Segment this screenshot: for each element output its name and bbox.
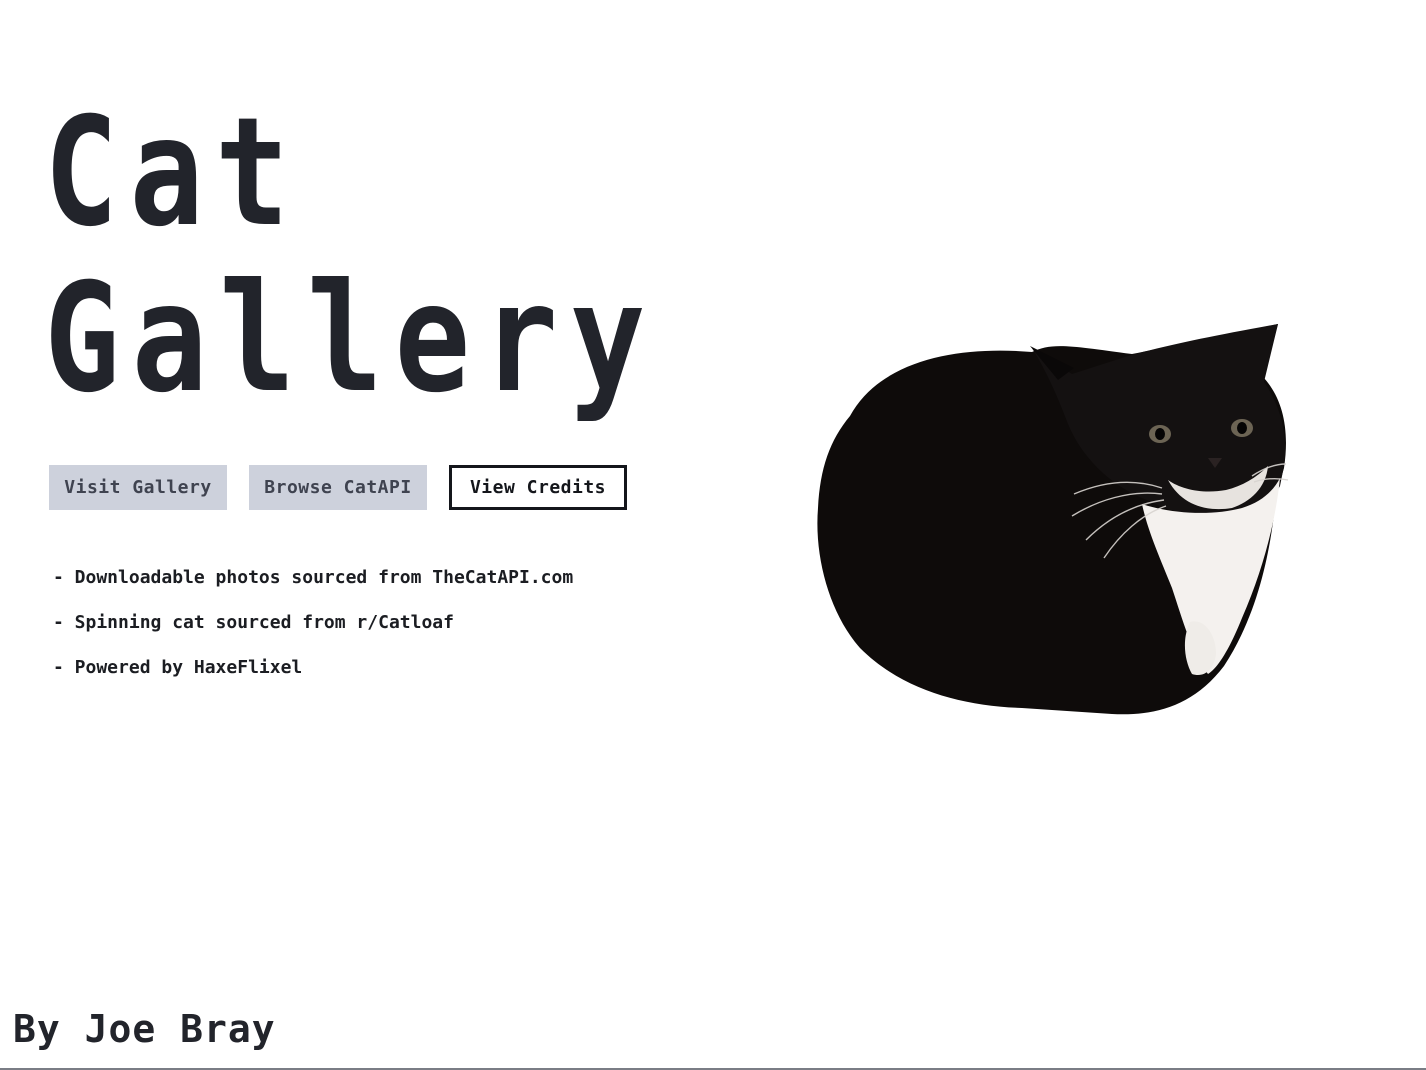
app-title-line-1: Cat	[44, 86, 301, 260]
info-item-powered-by: - Powered by HaxeFlixel	[53, 657, 303, 678]
info-item-spinning-cat: - Spinning cat sourced from r/Catloaf	[53, 612, 454, 633]
cat-illustration	[817, 324, 1289, 715]
info-item-photos: - Downloadable photos sourced from TheCa…	[53, 567, 574, 588]
browse-catapi-button[interactable]: Browse CatAPI	[249, 465, 427, 510]
spinning-cat-image	[812, 318, 1292, 720]
info-list: - Downloadable photos sourced from TheCa…	[53, 566, 573, 701]
author-credit: By Joe Bray	[13, 1007, 276, 1051]
visit-gallery-button[interactable]: Visit Gallery	[49, 465, 227, 510]
menu-button-row: Visit Gallery Browse CatAPI View Credits	[49, 465, 627, 510]
main-menu-screen: Cat Gallery Visit Gallery Browse CatAPI …	[0, 0, 1426, 1070]
app-title-line-2: Gallery	[44, 252, 658, 426]
view-credits-button[interactable]: View Credits	[449, 465, 627, 510]
